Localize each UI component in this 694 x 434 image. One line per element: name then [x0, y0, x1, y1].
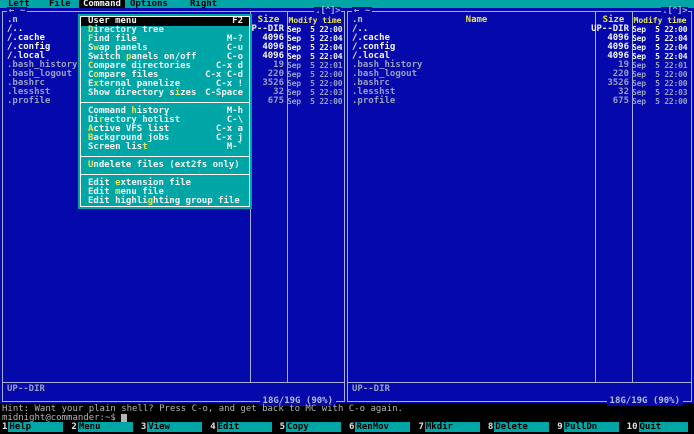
- column-header-mtime[interactable]: Modify time: [632, 16, 688, 25]
- file-mtime: Sep 5 22:00: [632, 70, 688, 79]
- file-size: 675: [612, 96, 629, 106]
- menubar-item-file[interactable]: File: [49, 0, 71, 9]
- menubar-item-command[interactable]: Command: [79, 0, 125, 9]
- file-row[interactable]: .profile 675 Sep 5 22:00: [349, 96, 690, 107]
- mini-status: UP--DIR: [352, 384, 390, 394]
- fkey-number: 9: [557, 422, 563, 432]
- menu-item-shortcut: C-Space: [205, 88, 243, 98]
- menu-item-undelete-files-ext2fs-only[interactable]: Undelete files (ext2fs only): [81, 161, 249, 170]
- fkey-label: PullDn: [563, 422, 619, 432]
- menu-item-edit-highlighting-group-file[interactable]: Edit highlighting group file: [81, 197, 249, 206]
- fkey-number: 2: [71, 422, 77, 432]
- fkey-delete[interactable]: 8 Delete: [486, 422, 555, 432]
- fkey-label: Mkdir: [424, 422, 480, 432]
- fkey-label: Edit: [216, 422, 272, 432]
- file-size: 19: [618, 60, 629, 70]
- fkey-number: 7: [418, 422, 424, 432]
- file-size: 32: [618, 87, 629, 97]
- fkey-pulldn[interactable]: 9 PullDn: [555, 422, 624, 432]
- file-row[interactable]: .bash_logout 220 Sep 5 22:00: [349, 70, 690, 80]
- fkey-copy[interactable]: 5 Copy: [278, 422, 347, 432]
- fkey-mkdir[interactable]: 7 Mkdir: [416, 422, 485, 432]
- panels-background: ← ~.[^]>.nNameSizeModify time/..UP--DIRS…: [0, 6, 694, 406]
- file-row[interactable]: .bashrc 3526 Sep 5 22:00: [349, 78, 690, 89]
- fkey-view[interactable]: 3 View: [139, 422, 208, 432]
- file-mtime: Sep 5 22:00: [632, 97, 688, 106]
- menu-item-show-directory-sizes[interactable]: Show directory sizes C-Space: [81, 89, 249, 98]
- panel-corner-buttons[interactable]: .[^]>: [314, 7, 341, 16]
- column-header-mtime[interactable]: Modify time: [287, 16, 343, 25]
- file-mtime: Sep 5 22:04: [287, 52, 343, 61]
- file-mtime: Sep 5 22:03: [632, 88, 688, 97]
- menu-item-shortcut: F2: [232, 16, 243, 26]
- fkey-number: 3: [140, 422, 147, 432]
- file-mtime: Sep 5 22:04: [632, 52, 688, 61]
- fkey-label: Delete: [494, 422, 550, 432]
- fkey-label: Menu: [77, 422, 133, 432]
- command-menu-dropdown: User menu F2 Directory tree Find file M-? Swa…: [78, 14, 252, 209]
- fkey-label: Help: [8, 422, 64, 432]
- file-mtime: Sep 5 22:04: [287, 43, 343, 52]
- file-row[interactable]: /.cache 4096 Sep 5 22:04: [349, 34, 690, 44]
- fkey-number: 6: [349, 422, 355, 432]
- fkey-label: Quit: [638, 422, 689, 432]
- menu-item-screen-list[interactable]: Screen list M-`: [81, 143, 249, 152]
- fkey-label: Copy: [286, 422, 342, 432]
- fkey-help[interactable]: 1 Help: [0, 422, 69, 432]
- file-mtime: Sep 5 22:03: [287, 88, 343, 97]
- panel-path-label: ~: [364, 6, 371, 16]
- fkey-number: 8: [487, 422, 494, 432]
- fkey-number: 4: [210, 422, 216, 432]
- function-key-bar: 1 Help 2 Menu 3 View 4 Edit 5 Copy 6 RenMov 7 Mkdir 8 D…: [0, 422, 694, 432]
- file-size: 4096: [607, 51, 629, 61]
- file-mtime: Sep 5 22:00: [287, 25, 343, 34]
- fkey-renmov[interactable]: 6 RenMov: [347, 422, 416, 432]
- file-mtime: Sep 5 22:00: [632, 25, 688, 34]
- file-mtime: Sep 5 22:01: [287, 61, 343, 70]
- fkey-quit[interactable]: 10 Quit: [625, 422, 694, 432]
- menubar-item-options[interactable]: Options: [130, 0, 168, 9]
- file-mtime: Sep 5 22:04: [287, 34, 343, 43]
- file-mtime: Sep 5 22:01: [632, 61, 688, 70]
- disk-usage: 18G/19G (90%): [606, 397, 683, 406]
- mini-status: UP--DIR: [7, 384, 45, 394]
- column-header-name[interactable]: Name: [358, 16, 595, 25]
- file-row[interactable]: /.. UP--DIR Sep 5 22:00: [349, 25, 690, 35]
- file-panel-right: ← ~ .[^]> .n Name Size Modify time/.. UP--DIR S…: [347, 7, 692, 406]
- file-size: 3526: [607, 78, 629, 88]
- fkey-edit[interactable]: 4 Edit: [208, 422, 277, 432]
- file-mtime: Sep 5 22:00: [287, 97, 343, 106]
- file-mtime: Sep 5 22:00: [287, 79, 343, 88]
- file-mtime: Sep 5 22:04: [632, 43, 688, 52]
- fkey-label: RenMov: [355, 422, 411, 432]
- file-name: .profile: [7, 96, 51, 106]
- file-row[interactable]: /.config 4096 Sep 5 22:04: [349, 43, 690, 53]
- fkey-number: 10: [626, 422, 638, 432]
- fkey-number: 5: [279, 422, 286, 432]
- fkey-label: View: [147, 422, 203, 432]
- panel-corner-buttons[interactable]: .[^]>: [661, 7, 688, 16]
- mini-status-divider: [348, 382, 691, 383]
- fkey-number: 1: [2, 422, 8, 432]
- panel-header-right: .n Name Size Modify time: [348, 16, 691, 26]
- fkey-menu[interactable]: 2 Menu: [69, 422, 138, 432]
- file-mtime: Sep 5 22:00: [632, 79, 688, 88]
- file-name: .profile: [352, 96, 396, 106]
- file-row[interactable]: .lesshst 32 Sep 5 22:03: [349, 87, 690, 98]
- mini-status-divider: [3, 382, 344, 383]
- menu-bar: Left File Command Options Right: [0, 0, 694, 9]
- file-mtime: Sep 5 22:04: [632, 34, 688, 43]
- panel-path-label: ~: [19, 6, 26, 16]
- menubar-item-right[interactable]: Right: [190, 0, 217, 9]
- file-mtime: Sep 5 22:00: [287, 70, 343, 79]
- menu-item-shortcut: M-`: [226, 142, 243, 152]
